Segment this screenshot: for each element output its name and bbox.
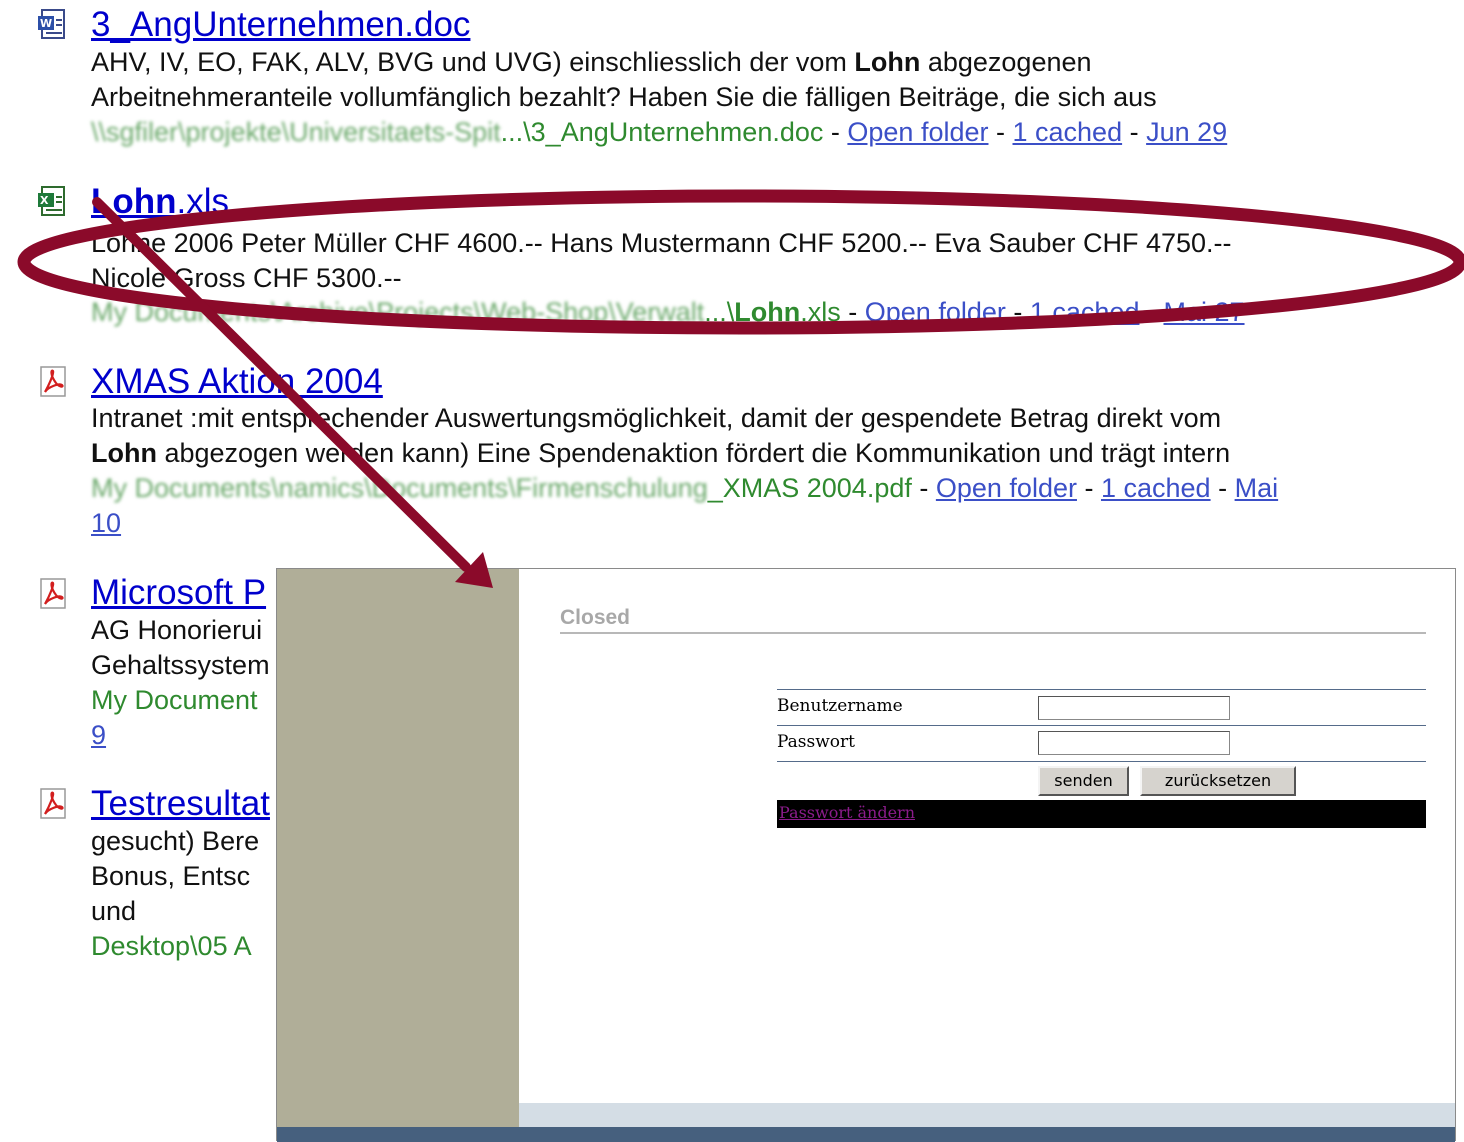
pointer-arrow — [92, 197, 493, 588]
annotation-layer — [17, 189, 1464, 588]
highlight-ellipse — [17, 189, 1464, 335]
